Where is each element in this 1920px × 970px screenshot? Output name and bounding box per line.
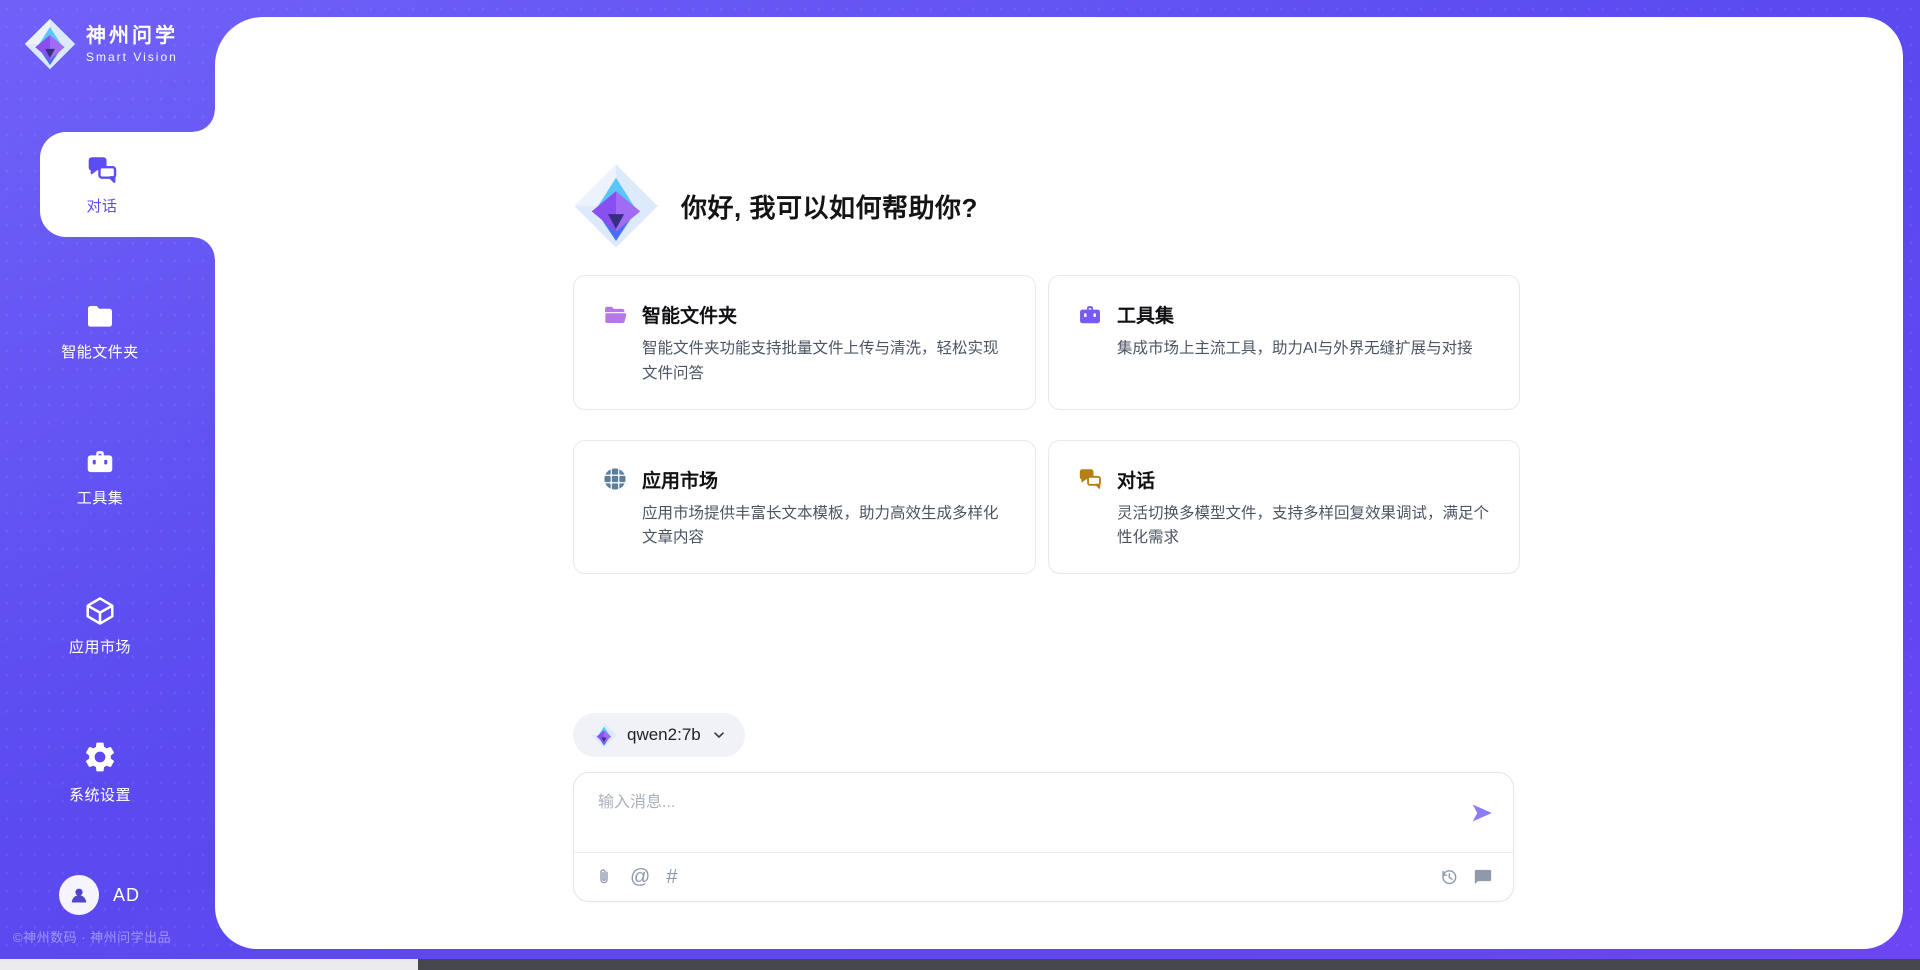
- sidebar-item-label: 工具集: [77, 487, 124, 508]
- feature-cards: 智能文件夹 智能文件夹功能支持批量文件上传与清洗，轻松实现文件问答 工具集 集成…: [573, 275, 1520, 574]
- brand-subtitle: Smart Vision: [86, 50, 178, 64]
- hashtag-button[interactable]: #: [666, 867, 677, 887]
- tab-scoop-top: [193, 110, 215, 132]
- send-button[interactable]: [1467, 799, 1497, 829]
- sidebar: 神州问学 Smart Vision 对话 智能文件夹 工具集 应用市场 系统设置: [0, 0, 215, 970]
- card-title: 对话: [1117, 466, 1155, 493]
- brand-diamond-icon: [24, 18, 76, 70]
- toolbox-icon: [84, 446, 116, 478]
- message-composer: @ #: [573, 772, 1514, 902]
- sidebar-item-label: 对话: [86, 195, 117, 216]
- grid-icon: [602, 466, 628, 492]
- brand-text: 神州问学 Smart Vision: [86, 25, 178, 64]
- sidebar-item-settings[interactable]: 系统设置: [0, 739, 200, 805]
- greeting: 你好, 我可以如何帮助你?: [573, 163, 978, 249]
- card-description: 应用市场提供丰富长文本模板，助力高效生成多样化文章内容: [642, 502, 1007, 552]
- gear-icon: [82, 739, 118, 775]
- brand: 神州问学 Smart Vision: [24, 18, 178, 70]
- history-button[interactable]: [1439, 867, 1459, 887]
- card-header: 智能文件夹: [602, 301, 1007, 328]
- chat-icon: [85, 153, 119, 187]
- message-input[interactable]: [596, 786, 1443, 848]
- hashtag-icon: #: [666, 867, 677, 887]
- brand-name: 神州问学: [86, 25, 178, 47]
- toolbar-right: [1439, 867, 1493, 887]
- card-header: 对话: [1077, 466, 1491, 493]
- card-header: 工具集: [1077, 301, 1491, 328]
- main-panel: 你好, 我可以如何帮助你? 智能文件夹 智能文件夹功能支持批量文件上传与清洗，轻…: [215, 17, 1903, 949]
- tab-scoop-bottom: [193, 237, 215, 259]
- attach-button[interactable]: [594, 867, 614, 887]
- sidebar-item-label: 系统设置: [69, 784, 131, 805]
- card-title: 应用市场: [642, 466, 718, 493]
- sidebar-item-label: 智能文件夹: [61, 341, 139, 362]
- sidebar-footer: ©神州数码 · 神州问学出品: [13, 927, 223, 946]
- chat-icon: [1077, 466, 1103, 492]
- bottom-bar-light: [0, 959, 418, 970]
- model-selector[interactable]: qwen2:7b: [573, 713, 745, 757]
- card-smart-folder[interactable]: 智能文件夹 智能文件夹功能支持批量文件上传与清洗，轻松实现文件问答: [573, 275, 1036, 410]
- briefcase-icon: [1077, 302, 1103, 328]
- folder-open-icon: [602, 302, 628, 328]
- send-icon: [1469, 800, 1495, 826]
- card-app-market[interactable]: 应用市场 应用市场提供丰富长文本模板，助力高效生成多样化文章内容: [573, 440, 1036, 575]
- avatar: [59, 875, 99, 915]
- greeting-text: 你好, 我可以如何帮助你?: [681, 188, 978, 225]
- card-description: 智能文件夹功能支持批量文件上传与清洗，轻松实现文件问答: [642, 337, 1007, 387]
- sidebar-item-chat[interactable]: 对话: [40, 132, 216, 237]
- card-description: 集成市场上主流工具，助力AI与外界无缝扩展与对接: [1117, 337, 1491, 362]
- folder-icon: [84, 300, 116, 332]
- card-toolset[interactable]: 工具集 集成市场上主流工具，助力AI与外界无缝扩展与对接: [1048, 275, 1520, 410]
- app-root: 神州问学 Smart Vision 对话 智能文件夹 工具集 应用市场 系统设置: [0, 0, 1920, 970]
- mention-icon: @: [630, 867, 650, 887]
- card-header: 应用市场: [602, 466, 1007, 493]
- attachment-icon: [594, 867, 614, 887]
- card-chat[interactable]: 对话 灵活切换多模型文件，支持多样回复效果调试，满足个性化需求: [1048, 440, 1520, 575]
- card-title: 工具集: [1117, 301, 1174, 328]
- composer-toolbar: @ #: [574, 853, 1513, 901]
- user-initials: AD: [113, 885, 140, 906]
- brand-diamond-icon: [573, 163, 659, 249]
- chat-log-button[interactable]: [1473, 867, 1493, 887]
- history-icon: [1439, 867, 1459, 887]
- chevron-down-icon: [711, 727, 727, 743]
- sidebar-item-toolset[interactable]: 工具集: [0, 446, 200, 508]
- card-description: 灵活切换多模型文件，支持多样回复效果调试，满足个性化需求: [1117, 502, 1491, 552]
- cube-icon: [84, 595, 116, 627]
- bottom-bar-dark: [418, 959, 1920, 970]
- model-name: qwen2:7b: [627, 725, 701, 745]
- card-title: 智能文件夹: [642, 301, 737, 328]
- mention-button[interactable]: @: [630, 867, 650, 887]
- sidebar-item-label: 应用市场: [69, 636, 131, 657]
- person-icon: [67, 883, 91, 907]
- user-account[interactable]: AD: [59, 875, 140, 915]
- brand-diamond-icon: [591, 722, 617, 748]
- chat-bubble-icon: [1473, 867, 1493, 887]
- sidebar-item-app-market[interactable]: 应用市场: [0, 595, 200, 657]
- sidebar-item-smart-folder[interactable]: 智能文件夹: [0, 300, 200, 362]
